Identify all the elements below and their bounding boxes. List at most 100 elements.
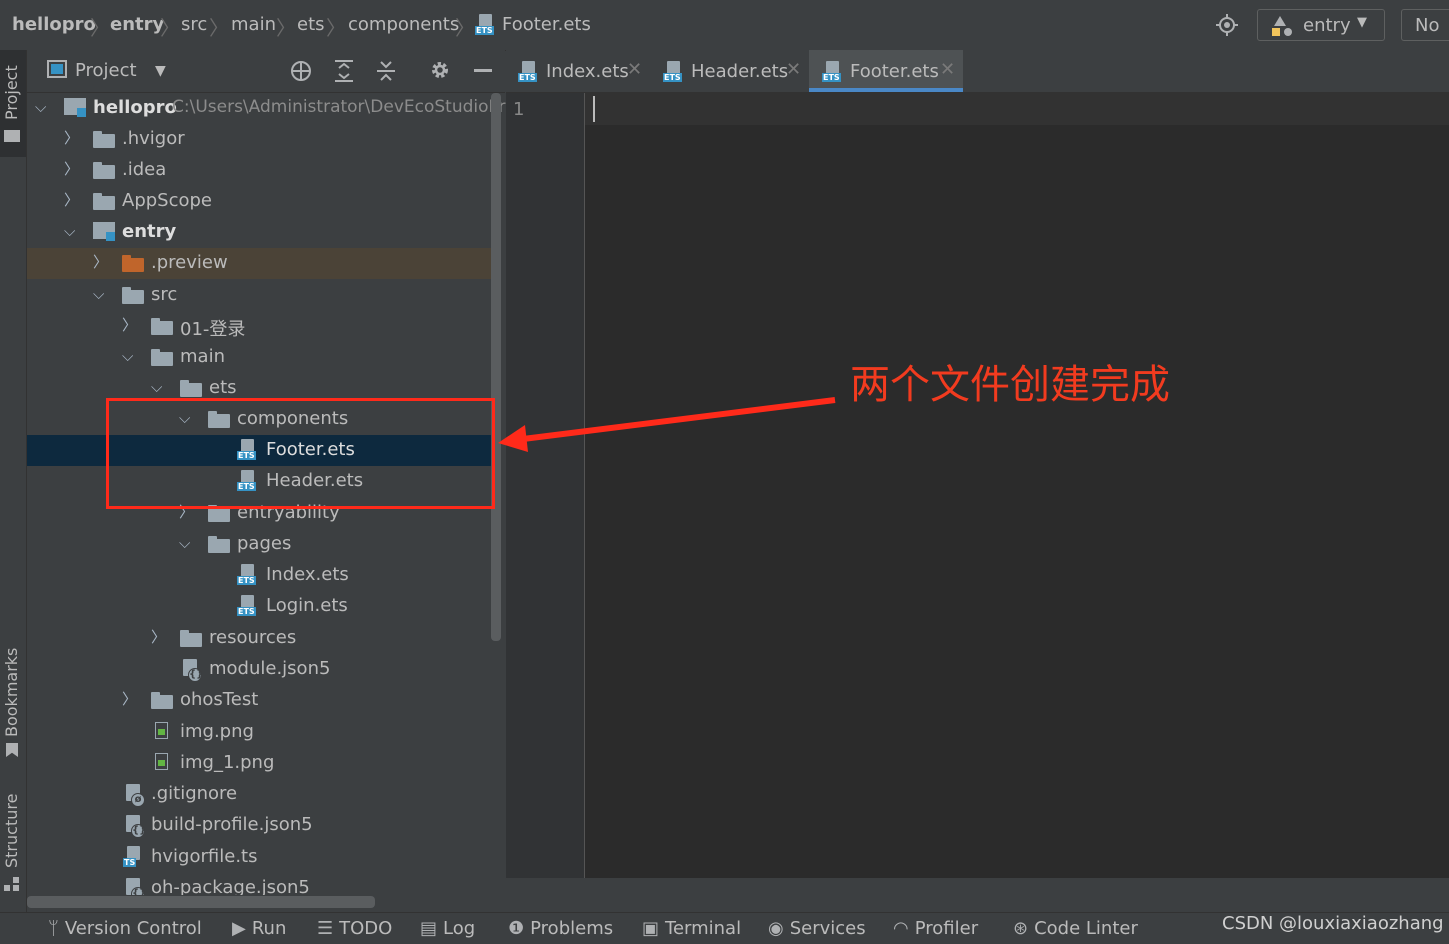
tree-item-img-png[interactable]: img.png [27, 717, 492, 748]
ets-file-icon: ETS [475, 14, 495, 36]
tree-item-oh-package[interactable]: {} oh-package.json5 [27, 873, 492, 895]
tree-item-entry[interactable]: ⌵ entry [27, 217, 492, 248]
tree-item-build-profile[interactable]: {} build-profile.json5 [27, 810, 492, 841]
folder-icon [208, 536, 230, 553]
breadcrumb-item-src[interactable]: src [181, 14, 207, 35]
project-panel-header: Project ▼ [27, 50, 505, 93]
gear-icon[interactable] [429, 59, 451, 81]
chevron-right-icon[interactable]: 〉 [93, 251, 109, 271]
info-icon: ❶ [508, 918, 525, 939]
code-editor[interactable] [585, 93, 1449, 878]
breadcrumb-separator: 〉 [276, 16, 296, 40]
tree-item-resources[interactable]: 〉 resources [27, 623, 492, 654]
tree-item-label: oh-package.json5 [151, 877, 310, 895]
tree-item-idea[interactable]: 〉 .idea [27, 155, 492, 186]
list-icon: ☰ [317, 918, 334, 939]
tree-item-hvigorfile-ts[interactable]: TS hvigorfile.ts [27, 842, 492, 873]
tree-item-label: build-profile.json5 [151, 814, 313, 835]
folder-icon [93, 162, 115, 179]
editor-gutter: 1 [506, 93, 585, 878]
project-view-title[interactable]: Project [75, 60, 137, 81]
profiler-button[interactable]: ◠ Profiler [893, 918, 978, 939]
chevron-right-icon[interactable]: 〉 [64, 158, 80, 178]
log-button[interactable]: ▤ Log [420, 918, 475, 939]
device-dropdown[interactable]: No [1401, 9, 1449, 41]
run-button[interactable]: ▶ Run [232, 918, 286, 939]
problems-button[interactable]: ❶ Problems [508, 918, 613, 939]
breadcrumb-item-entry[interactable]: entry [110, 14, 164, 35]
collapse-all-icon[interactable] [375, 59, 397, 83]
tree-item-hvigor[interactable]: 〉 .hvigor [27, 124, 492, 155]
breadcrumb-item-components[interactable]: components [348, 14, 459, 35]
run-config-dropdown[interactable]: entry ▼ [1257, 9, 1385, 41]
chevron-down-icon[interactable]: ⌵ [35, 98, 51, 116]
bookmarks-tool-label: Bookmarks [2, 647, 21, 737]
left-tool-strip: Project Bookmarks Structure [0, 50, 27, 912]
locate-icon[interactable] [289, 59, 313, 83]
linter-icon: ⊛ [1013, 918, 1029, 939]
chevron-right-icon[interactable]: 〉 [122, 688, 138, 708]
vertical-scrollbar[interactable] [491, 93, 501, 641]
breadcrumb-item-main[interactable]: main [231, 14, 276, 35]
chevron-right-icon[interactable]: 〉 [151, 626, 167, 646]
ets-file-icon: ETS [822, 61, 842, 83]
chevron-down-icon[interactable]: ⌵ [179, 534, 195, 552]
chevron-down-icon[interactable]: ▼ [155, 63, 166, 79]
tree-item-module-json5[interactable]: {} module.json5 [27, 654, 492, 685]
chevron-right-icon[interactable]: 〉 [122, 314, 138, 334]
chevron-down-icon[interactable]: ⌵ [93, 285, 109, 303]
tree-item-src[interactable]: ⌵ src [27, 280, 492, 311]
tree-item-main[interactable]: ⌵ main [27, 342, 492, 373]
tree-item-index-ets[interactable]: ETS Index.ets [27, 560, 492, 591]
folder-icon [122, 255, 144, 272]
tree-item-preview[interactable]: 〉 .preview [27, 248, 492, 279]
tree-item-ohostest[interactable]: 〉 ohosTest [27, 685, 492, 716]
chevron-down-icon[interactable]: ⌵ [151, 378, 167, 396]
structure-tool-button[interactable]: Structure [0, 790, 26, 895]
tree-item-appscope[interactable]: 〉 AppScope [27, 186, 492, 217]
folder-icon [151, 318, 173, 335]
tab-index-ets[interactable]: ETS Index.ets ✕ [506, 50, 654, 92]
tree-item-img1-png[interactable]: img_1.png [27, 748, 492, 779]
version-control-button[interactable]: ᛘ Version Control [48, 918, 202, 939]
tree-item-login-ets[interactable]: ETS Login.ets [27, 591, 492, 622]
chevron-right-icon[interactable]: 〉 [64, 127, 80, 147]
target-icon[interactable] [1216, 14, 1238, 36]
watermark: CSDN @louxiaxiaozhang [1222, 913, 1444, 934]
chevron-down-icon[interactable]: ⌵ [64, 222, 80, 240]
tab-footer-ets[interactable]: ETS Footer.ets ✕ [809, 50, 963, 92]
breadcrumb-separator: 〉 [160, 16, 180, 40]
problems-label: Problems [530, 918, 614, 939]
tree-item-label: ohosTest [180, 689, 259, 710]
minimize-icon[interactable] [474, 69, 492, 72]
close-icon[interactable]: ✕ [627, 59, 642, 80]
expand-all-icon[interactable] [333, 59, 355, 83]
tree-item-pages[interactable]: ⌵ pages [27, 529, 492, 560]
module-icon [1272, 16, 1294, 36]
close-icon[interactable]: ✕ [940, 59, 955, 80]
tab-header-ets[interactable]: ETS Header.ets ✕ [654, 50, 809, 92]
tree-item-label: Login.ets [266, 595, 348, 616]
code-linter-button[interactable]: ⊛ Code Linter [1013, 918, 1138, 939]
folder-icon [4, 130, 20, 142]
tree-item-hellopro[interactable]: ⌵ hellopro C:\Users\Administrator\DevEco… [27, 93, 516, 124]
todo-button[interactable]: ☰ TODO [317, 918, 392, 939]
breadcrumb-item-footer[interactable]: Footer.ets [502, 14, 591, 35]
terminal-button[interactable]: ▣ Terminal [642, 918, 741, 939]
project-tool-button[interactable]: Project [0, 50, 26, 157]
bookmarks-tool-button[interactable]: Bookmarks [0, 645, 26, 760]
breadcrumb-separator: 〉 [455, 16, 475, 40]
run-label: Run [251, 918, 287, 939]
log-label: Log [443, 918, 476, 939]
tree-item-gitignore[interactable]: ø .gitignore [27, 779, 492, 810]
close-icon[interactable]: ✕ [786, 59, 801, 80]
chevron-right-icon[interactable]: 〉 [64, 189, 80, 209]
branch-icon: ᛘ [48, 918, 59, 939]
tree-item-01-login[interactable]: 〉 01-登录 [27, 311, 492, 342]
breadcrumb-item-hellopro[interactable]: hellopro [12, 14, 96, 35]
ts-file-icon: TS [123, 846, 143, 868]
breadcrumb-item-ets[interactable]: ets [297, 14, 325, 35]
services-button[interactable]: ◉ Services [768, 918, 866, 939]
chevron-down-icon[interactable]: ⌵ [122, 347, 138, 365]
horizontal-scrollbar[interactable] [27, 896, 375, 908]
